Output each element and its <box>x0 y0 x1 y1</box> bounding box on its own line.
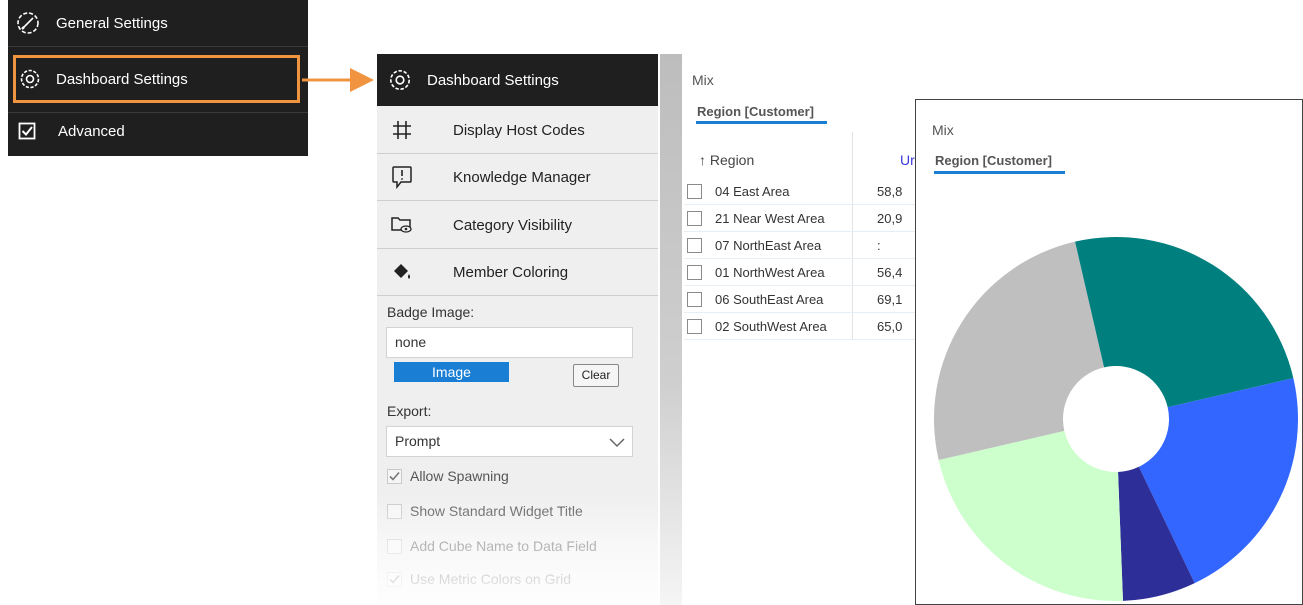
panel-item-label: Display Host Codes <box>453 121 585 139</box>
panel-item-display-host-codes[interactable]: Display Host Codes <box>377 107 658 154</box>
row-checkbox[interactable] <box>687 291 702 307</box>
badge-image-label: Badge Image: <box>387 304 475 320</box>
checkbox-box <box>387 468 402 484</box>
gear-icon <box>389 69 411 91</box>
row-value: 65,0 <box>877 318 903 334</box>
export-select-value: Prompt <box>395 433 441 449</box>
checkbox-label: Add Cube Name to Data Field <box>410 538 597 554</box>
row-checkbox[interactable] <box>687 264 702 280</box>
tab-region-customer[interactable]: Region [Customer] <box>697 104 814 119</box>
show-standard-widget-title-checkbox[interactable]: Show Standard Widget Title <box>387 503 583 519</box>
row-checkbox[interactable] <box>687 210 702 226</box>
check-icon <box>389 471 400 481</box>
image-button[interactable]: Image <box>394 362 509 382</box>
menu-item-label: Advanced <box>58 122 125 140</box>
mix-chart-card: Mix Region [Customer] <box>915 99 1303 605</box>
speech-bubble-icon <box>392 166 412 189</box>
highlight-frame <box>13 55 300 103</box>
gear-pencil-icon <box>17 12 39 34</box>
checkbox-label: Use Metric Colors on Grid <box>410 571 572 587</box>
panel-item-label: Category Visibility <box>453 216 572 234</box>
table-row[interactable]: 07 NorthEast Area : <box>684 232 916 259</box>
row-region: 06 SouthEast Area <box>715 291 824 307</box>
panel-item-category-visibility[interactable]: Category Visibility <box>377 202 658 249</box>
row-value: 58,8 <box>877 183 903 199</box>
row-checkbox[interactable] <box>687 237 702 253</box>
hash-icon <box>393 121 411 139</box>
tab-underline <box>696 121 827 124</box>
check-icon <box>389 574 400 584</box>
clear-button[interactable]: Clear <box>573 364 619 387</box>
use-metric-colors-checkbox[interactable]: Use Metric Colors on Grid <box>387 571 571 587</box>
mix-grid-title: Mix <box>692 72 714 88</box>
chevron-down-icon <box>609 438 625 448</box>
row-region: 01 NorthWest Area <box>715 264 825 280</box>
checkbox-box <box>387 571 402 587</box>
export-label: Export: <box>387 403 432 419</box>
donut-slice-3[interactable] <box>934 241 1105 460</box>
add-cube-name-checkbox[interactable]: Add Cube Name to Data Field <box>387 538 597 554</box>
row-region: 04 East Area <box>715 183 790 199</box>
panel-header-title: Dashboard Settings <box>427 71 559 89</box>
arrow-right-icon <box>302 68 374 92</box>
table-row[interactable]: 04 East Area 58,8 <box>684 178 916 205</box>
divider <box>8 46 308 47</box>
folder-eye-icon <box>391 217 412 233</box>
menu-item-advanced[interactable]: Advanced <box>8 117 308 145</box>
column-header-units[interactable]: Ur <box>900 152 915 168</box>
panel-item-label: Knowledge Manager <box>453 168 591 186</box>
dashboard-settings-panel: Dashboard Settings Display Host Codes Kn… <box>377 54 658 605</box>
row-value: 20,9 <box>877 210 903 226</box>
menu-item-general-settings[interactable]: General Settings <box>8 6 308 40</box>
checkbox-box <box>387 503 402 519</box>
donut-slice-2[interactable] <box>938 430 1123 601</box>
checkbox-label: Allow Spawning <box>410 468 509 484</box>
row-checkbox[interactable] <box>687 183 702 199</box>
table-row[interactable]: 06 SouthEast Area 69,1 <box>684 286 916 313</box>
donut-slice-4[interactable] <box>1075 237 1294 408</box>
row-region: 02 SouthWest Area <box>715 318 827 334</box>
checkbox-checked-icon <box>18 122 36 140</box>
row-checkbox[interactable] <box>687 318 702 334</box>
row-value: 56,4 <box>877 264 903 280</box>
table-row[interactable]: 01 NorthWest Area 56,4 <box>684 259 916 286</box>
row-value: : <box>877 237 881 253</box>
table-row[interactable]: 21 Near West Area 20,9 <box>684 205 916 232</box>
panel-item-label: Member Coloring <box>453 263 569 281</box>
row-region: 21 Near West Area <box>715 210 825 226</box>
checkbox-label: Show Standard Widget Title <box>410 503 583 519</box>
checkbox-box <box>387 538 402 554</box>
panel-item-knowledge-manager[interactable]: Knowledge Manager <box>377 154 658 201</box>
export-select[interactable]: Prompt <box>386 426 633 457</box>
row-value: 69,1 <box>877 291 903 307</box>
menu-item-label: General Settings <box>56 14 168 32</box>
row-region: 07 NorthEast Area <box>715 237 822 253</box>
divider <box>8 112 308 113</box>
paint-bucket-icon <box>394 264 410 279</box>
panel-item-member-coloring[interactable]: Member Coloring <box>377 249 658 296</box>
badge-image-field[interactable]: none <box>386 327 633 358</box>
panel-scrollbar[interactable] <box>660 54 682 605</box>
allow-spawning-checkbox[interactable]: Allow Spawning <box>387 468 509 484</box>
column-header-region[interactable]: ↑ Region <box>699 152 754 168</box>
donut-chart <box>934 237 1298 601</box>
panel-header: Dashboard Settings <box>377 54 658 106</box>
table-row[interactable]: 02 SouthWest Area 65,0 <box>684 313 916 340</box>
